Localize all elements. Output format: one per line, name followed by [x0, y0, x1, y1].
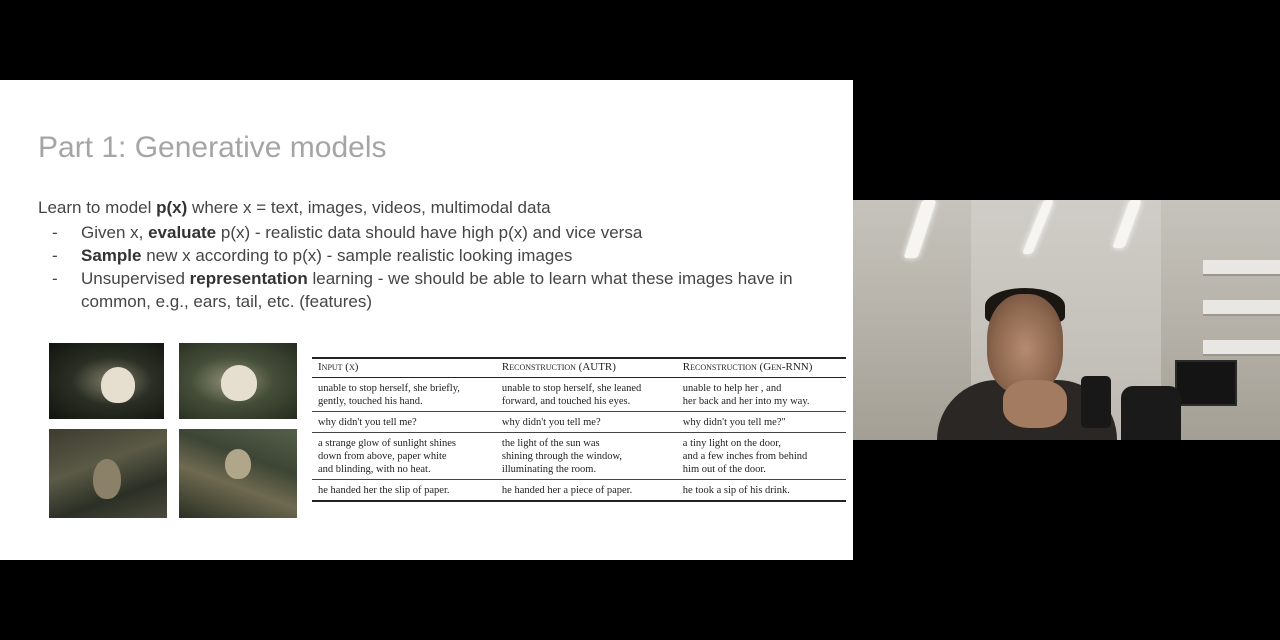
- dog-figure: [101, 367, 135, 403]
- desk-monitor: [1175, 360, 1237, 406]
- bullet-dash: -: [52, 246, 58, 265]
- table-cell: unable to stop herself, she leaned forwar…: [495, 377, 677, 412]
- dog-photo: [179, 343, 297, 419]
- dog-figure: [93, 459, 121, 499]
- dog-photo: [49, 343, 164, 419]
- table-cell-line: her back and her into my way.: [682, 396, 810, 407]
- table-cell: the light of the sun was shining through …: [495, 432, 677, 480]
- wall-shelf: [1203, 340, 1280, 356]
- table-cell-line: forward, and touched his eyes.: [501, 396, 631, 407]
- table-cell: why didn't you tell me?: [495, 411, 677, 433]
- presentation-slide: Part 1: Generative models Learn to model…: [0, 80, 853, 560]
- dog-photo: [179, 429, 297, 518]
- table-row: a strange glow of sunlight shines down fr…: [312, 432, 846, 480]
- bullet-bold: Sample: [81, 246, 142, 265]
- table-cell-line: him out of the door.: [682, 464, 766, 475]
- office-chair: [1121, 386, 1181, 440]
- table-cell-line: down from above, paper white: [318, 451, 447, 462]
- table-cell-line: the light of the sun was: [501, 438, 600, 449]
- table-cell: a strange glow of sunlight shines down fr…: [312, 432, 496, 480]
- table-cell-line: why didn't you tell me?: [318, 417, 417, 428]
- bullet-item: - Given x, evaluate p(x) - realistic dat…: [52, 221, 832, 244]
- table-row: unable to stop herself, she briefly, gent…: [312, 377, 846, 412]
- person-hands: [1003, 380, 1067, 428]
- bullet-dash: -: [52, 223, 58, 242]
- video-frame: Part 1: Generative models Learn to model…: [0, 0, 1280, 640]
- bullet-text-before: Given x,: [81, 223, 149, 242]
- table-cell: a tiny light on the door, and a few inche…: [676, 432, 846, 480]
- table-row: he handed her the slip of paper. he hande…: [312, 479, 846, 502]
- table-cell-line: why didn't you tell me?: [501, 417, 601, 428]
- intro-bold: p(x): [156, 198, 188, 217]
- slide-intro-line: Learn to model p(x) where x = text, imag…: [38, 198, 551, 218]
- bullet-bold: evaluate: [148, 223, 217, 242]
- table-cell-line: unable to help her , and: [682, 383, 782, 394]
- dog-figure: [221, 365, 257, 401]
- table-cell-line: why didn't you tell me?": [682, 417, 786, 428]
- table-cell-line: he handed her the slip of paper.: [318, 485, 450, 496]
- dog-photo: [49, 429, 167, 518]
- table-cell-line: illuminating the room.: [501, 464, 597, 475]
- table-cell-line: unable to stop herself, she briefly,: [318, 383, 460, 394]
- table-cell-line: he took a sip of his drink.: [682, 485, 790, 496]
- table-cell: why didn't you tell me?: [312, 411, 496, 433]
- table-cell-line: unable to stop herself, she leaned: [501, 383, 642, 394]
- table-cell: he handed her a piece of paper.: [495, 479, 677, 502]
- dog-figure: [225, 449, 251, 479]
- table-cell-line: gently, touched his hand.: [318, 396, 423, 407]
- table-cell-line: a tiny light on the door,: [682, 438, 781, 449]
- bullet-text-after: p(x) - realistic data should have high p…: [216, 223, 643, 242]
- wall-shelf: [1203, 260, 1280, 276]
- table-cell: unable to help her , and her back and her…: [676, 377, 846, 412]
- table-cell-line: shining through the window,: [501, 451, 622, 462]
- table-header-autr: Reconstruction (AUTR): [495, 357, 677, 378]
- table-row: why didn't you tell me? why didn't you te…: [312, 411, 846, 433]
- bullet-list: - Given x, evaluate p(x) - realistic dat…: [52, 221, 832, 313]
- table-cell-line: a strange glow of sunlight shines: [318, 438, 456, 449]
- intro-prefix: Learn to model: [38, 198, 157, 217]
- bullet-bold: representation: [189, 269, 308, 288]
- table-header-row: Input (x) Reconstruction (AUTR) Reconstr…: [312, 357, 846, 378]
- bullet-text-after: new x according to p(x) - sample realist…: [141, 246, 573, 265]
- table-cell-line: and a few inches from behind: [682, 451, 808, 462]
- reconstruction-table: Input (x) Reconstruction (AUTR) Reconstr…: [312, 357, 846, 502]
- table-cell-line: and blinding, with no heat.: [318, 464, 431, 475]
- bullet-item: - Sample new x according to p(x) - sampl…: [52, 244, 832, 267]
- table-cell: he took a sip of his drink.: [676, 479, 846, 502]
- phone: [1081, 376, 1111, 428]
- webcam-feed: [853, 200, 1280, 440]
- intro-suffix: where x = text, images, videos, multimod…: [187, 198, 551, 217]
- table-cell: unable to stop herself, she briefly, gent…: [312, 377, 496, 412]
- table-cell-line: he handed her a piece of paper.: [501, 485, 633, 496]
- ceiling-light: [903, 200, 937, 258]
- wall-shelf: [1203, 300, 1280, 316]
- table-cell: why didn't you tell me?": [676, 411, 846, 433]
- bullet-dash: -: [52, 269, 58, 288]
- table-cell: he handed her the slip of paper.: [312, 479, 496, 502]
- person-face: [987, 294, 1063, 394]
- slide-title: Part 1: Generative models: [38, 131, 387, 164]
- table-header-input: Input (x): [312, 357, 496, 378]
- bullet-text-before: Unsupervised: [81, 269, 190, 288]
- bullet-item: - Unsupervised representation learning -…: [52, 267, 832, 313]
- table-header-gen-rnn: Reconstruction (Gen-RNN): [676, 357, 846, 378]
